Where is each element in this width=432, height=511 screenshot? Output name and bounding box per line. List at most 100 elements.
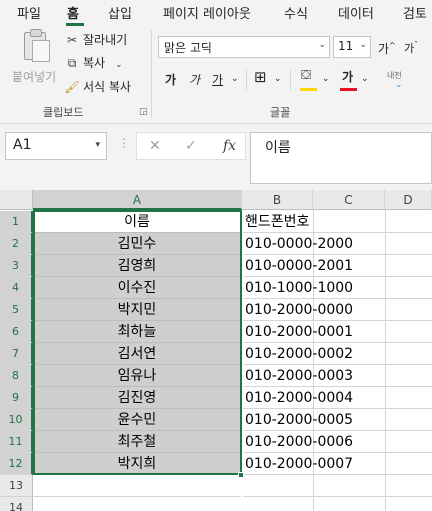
- formula-input[interactable]: 이름: [250, 132, 432, 184]
- row-header[interactable]: 11: [0, 431, 33, 453]
- cancel-icon[interactable]: ✕: [149, 138, 161, 154]
- fill-color-bar: [300, 88, 317, 91]
- select-all-button[interactable]: [0, 190, 33, 210]
- cell-a11[interactable]: 최주철: [33, 431, 241, 453]
- column-header-c[interactable]: C: [313, 190, 385, 210]
- cell-b13[interactable]: [243, 475, 432, 497]
- cell-b14[interactable]: [243, 497, 432, 511]
- insert-function-icon[interactable]: fx: [223, 138, 236, 154]
- fill-color-dropdown-icon[interactable]: ⌄: [322, 74, 330, 84]
- copy-icon: ⧉: [67, 56, 77, 70]
- cell-a12[interactable]: 박지희: [33, 453, 241, 475]
- row-header[interactable]: 3: [0, 255, 33, 277]
- paste-button[interactable]: 붙여넣기: [10, 28, 58, 88]
- cell-a5[interactable]: 박지민: [33, 299, 241, 321]
- row-header[interactable]: 4: [0, 277, 33, 299]
- cell-a8[interactable]: 임유나: [33, 365, 241, 387]
- tab-home[interactable]: 홈: [67, 3, 79, 22]
- tab-review[interactable]: 검토: [403, 3, 427, 22]
- tab-data[interactable]: 데이터: [338, 3, 374, 22]
- column-header-a[interactable]: A: [33, 190, 242, 210]
- enter-icon[interactable]: ✓: [185, 138, 197, 154]
- cell-b12[interactable]: 010-2000-0007: [243, 453, 432, 475]
- shrink-font-label: 가: [404, 42, 415, 55]
- shrink-font-button[interactable]: 가ˇ: [404, 40, 418, 56]
- row-header[interactable]: 6: [0, 321, 33, 343]
- ribbon-home: 붙여넣기 ✂ 잘라내기 ⧉ 복사 ⌄ 🖌 서식 복사 클립보드 ◲ 맑은 고딕 ⌄ 11…: [0, 26, 432, 124]
- group-divider: [246, 70, 247, 90]
- cell-a3[interactable]: 김영희: [33, 255, 241, 277]
- group-divider: [290, 70, 291, 90]
- chevron-down-icon: ▾: [95, 140, 100, 150]
- cell-b5[interactable]: 010-2000-0000: [243, 299, 432, 321]
- cell-b6[interactable]: 010-2000-0001: [243, 321, 432, 343]
- phonetic-guide-icon: ⌄: [395, 80, 403, 90]
- cell-a9[interactable]: 김진영: [33, 387, 241, 409]
- bold-button[interactable]: 가: [165, 71, 176, 88]
- cell-b3[interactable]: 010-0000-2001: [243, 255, 432, 277]
- tab-formulas[interactable]: 수식: [284, 3, 308, 22]
- cell-b10[interactable]: 010-2000-0005: [243, 409, 432, 431]
- underline-button[interactable]: 가: [212, 71, 223, 88]
- cell-b1[interactable]: 핸드폰번호: [243, 211, 432, 233]
- ribbon-tab-bar: 파일 홈 삽입 페이지 레이아웃 수식 데이터 검토: [0, 0, 432, 26]
- font-color-button[interactable]: 가: [342, 68, 353, 85]
- cell-a7[interactable]: 김서연: [33, 343, 241, 365]
- cell-a14[interactable]: [33, 497, 241, 511]
- tab-file[interactable]: 파일: [17, 3, 41, 22]
- tab-page-layout[interactable]: 페이지 레이아웃: [163, 3, 251, 22]
- column-header-d[interactable]: D: [385, 190, 432, 210]
- cell-a13[interactable]: [33, 475, 241, 497]
- clipboard-group-label: 클립보드: [43, 106, 84, 119]
- format-painter-label: 서식 복사: [83, 80, 131, 94]
- tab-insert[interactable]: 삽입: [108, 3, 132, 22]
- borders-dropdown-icon[interactable]: ⌄: [274, 74, 282, 84]
- row-header[interactable]: 14: [0, 497, 33, 511]
- name-box-value: A1: [13, 137, 32, 153]
- row-header[interactable]: 1: [0, 211, 33, 233]
- grow-font-button[interactable]: 가^: [378, 40, 396, 57]
- cell-a2[interactable]: 김민수: [33, 233, 241, 255]
- italic-button[interactable]: 가: [189, 71, 200, 88]
- grow-font-label: 가: [378, 42, 390, 56]
- formula-buttons: ✕ ✓ fx: [136, 132, 246, 160]
- copy-label: 복사: [83, 56, 106, 70]
- font-color-dropdown-icon[interactable]: ⌄: [361, 74, 369, 84]
- copy-dropdown-icon[interactable]: ⌄: [115, 60, 123, 70]
- cell-b9[interactable]: 010-2000-0004: [243, 387, 432, 409]
- row-header[interactable]: 5: [0, 299, 33, 321]
- cell-b11[interactable]: 010-2000-0006: [243, 431, 432, 453]
- font-name-value: 맑은 고딕: [164, 41, 212, 55]
- underline-dropdown-icon[interactable]: ⌄: [231, 74, 239, 84]
- row-header[interactable]: 10: [0, 409, 33, 431]
- cell-a4[interactable]: 이수진: [33, 277, 241, 299]
- copy-button[interactable]: ⧉ 복사 ⌄: [64, 54, 123, 71]
- column-header-b[interactable]: B: [242, 190, 313, 210]
- formula-content: 이름: [265, 140, 291, 156]
- fill-color-icon[interactable]: ⛋: [301, 68, 311, 83]
- row-header[interactable]: 7: [0, 343, 33, 365]
- font-name-select[interactable]: 맑은 고딕 ⌄: [158, 36, 330, 58]
- cell-b4[interactable]: 010-1000-1000: [243, 277, 432, 299]
- row-header[interactable]: 12: [0, 453, 33, 475]
- row-header[interactable]: 2: [0, 233, 33, 255]
- name-box[interactable]: A1 ▾: [5, 132, 107, 160]
- row-header[interactable]: 8: [0, 365, 33, 387]
- cell-a10[interactable]: 윤수민: [33, 409, 241, 431]
- borders-icon[interactable]: ⊞: [254, 68, 267, 86]
- cut-button[interactable]: ✂ 잘라내기: [64, 31, 127, 48]
- fill-handle[interactable]: [238, 472, 244, 478]
- cell-b8[interactable]: 010-2000-0003: [243, 365, 432, 387]
- formula-bar: A1 ▾ ⋮ ✕ ✓ fx 이름: [0, 124, 432, 190]
- font-size-select[interactable]: 11 ⌄: [333, 36, 371, 58]
- scissors-icon: ✂: [66, 33, 78, 47]
- row-header[interactable]: 13: [0, 475, 33, 497]
- cell-b2[interactable]: 010-0000-2000: [243, 233, 432, 255]
- more-options-icon: ⋮: [118, 136, 130, 150]
- cell-a6[interactable]: 최하늘: [33, 321, 241, 343]
- cell-a1[interactable]: 이름: [33, 211, 241, 233]
- format-painter-button[interactable]: 🖌 서식 복사: [64, 78, 131, 95]
- row-header[interactable]: 9: [0, 387, 33, 409]
- cell-b7[interactable]: 010-2000-0002: [243, 343, 432, 365]
- clipboard-dialog-launcher-icon[interactable]: ◲: [139, 107, 148, 117]
